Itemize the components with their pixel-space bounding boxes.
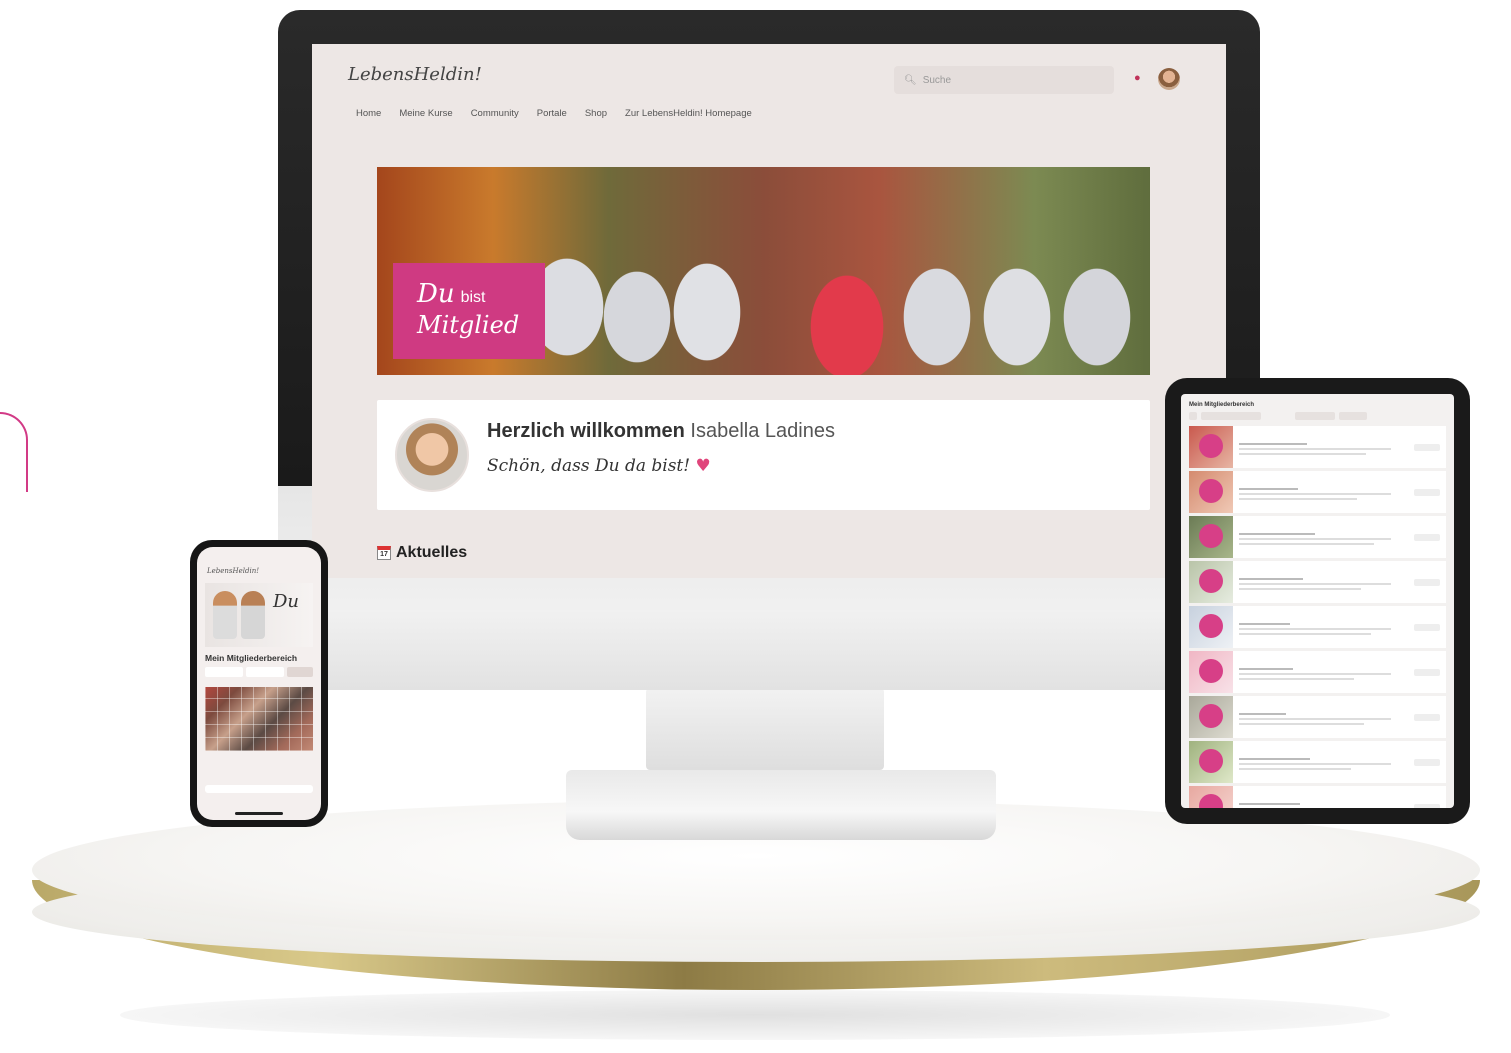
badge-mitglied: Mitglied (417, 311, 520, 339)
course-list (1189, 426, 1446, 808)
phone-filter-field[interactable] (245, 667, 284, 677)
welcome-name: Isabella Ladines (690, 420, 835, 442)
phone-screen: LebensHeldin! Du Mein Mitgliederbereich (197, 547, 321, 820)
course-list-item[interactable] (1189, 651, 1446, 693)
avatar[interactable] (1158, 68, 1180, 90)
course-thumbnail (1189, 696, 1233, 738)
course-list-item[interactable] (1189, 696, 1446, 738)
tablet-filter-button[interactable] (1339, 412, 1367, 420)
nav-item-community[interactable]: Community (471, 108, 519, 119)
hero-badge: Du bist Mitglied (393, 263, 545, 359)
course-button[interactable] (1414, 488, 1440, 496)
phone-home-indicator (235, 812, 283, 815)
course-button[interactable] (1414, 623, 1440, 631)
section-title: Aktuelles (396, 544, 468, 561)
phone-filter-button[interactable] (286, 667, 313, 677)
tablet-screen: Mein Mitgliederbereich (1181, 394, 1454, 808)
course-list-item[interactable] (1189, 561, 1446, 603)
search-placeholder: Suche (922, 74, 952, 86)
tablet-device: Mein Mitgliederbereich (1165, 378, 1470, 824)
phone-photo-grid (205, 687, 313, 751)
tablet-filter-field[interactable] (1201, 412, 1261, 420)
course-thumbnail (1189, 741, 1233, 783)
course-list-item[interactable] (1189, 471, 1446, 513)
site-logo[interactable]: LebensHeldin! (348, 64, 482, 85)
welcome-avatar (395, 418, 469, 492)
nav-item-shop[interactable]: Shop (585, 108, 607, 119)
badge-bist: bist (460, 289, 486, 306)
course-button[interactable] (1414, 668, 1440, 676)
tablet-page-title: Mein Mitgliederbereich (1189, 402, 1255, 408)
phone-device: LebensHeldin! Du Mein Mitgliederbereich (190, 540, 328, 827)
monitor-stand-neck (646, 688, 884, 770)
course-button[interactable] (1414, 758, 1440, 766)
welcome-subline: Schön, dass Du da bist! ♥ (487, 456, 711, 476)
heart-icon: ♥ (695, 456, 711, 476)
pedestal-shadow (120, 990, 1390, 1040)
calendar-icon: 17 (377, 546, 391, 560)
hero-banner: Du bist Mitglied (377, 167, 1150, 375)
course-thumbnail (1189, 606, 1233, 648)
course-thumbnail (1189, 516, 1233, 558)
tablet-filter-bar (1189, 412, 1444, 420)
tablet-filter-all[interactable] (1189, 412, 1197, 420)
course-button[interactable] (1414, 803, 1440, 808)
phone-hero-person (241, 591, 265, 639)
badge-du: Du (417, 279, 455, 309)
course-thumbnail (1189, 471, 1233, 513)
phone-hero-script: Du (273, 591, 300, 612)
nav-item-meine-kurse[interactable]: Meine Kurse (399, 108, 452, 119)
monitor-stand-base (566, 770, 996, 840)
course-button[interactable] (1414, 578, 1440, 586)
course-list-item[interactable] (1189, 606, 1446, 648)
phone-logo[interactable]: LebensHeldin! (207, 567, 259, 575)
course-thumbnail (1189, 426, 1233, 468)
phone-filter-field[interactable] (205, 667, 243, 677)
course-list-item[interactable] (1189, 516, 1446, 558)
course-button[interactable] (1414, 443, 1440, 451)
monitor-chin (278, 610, 1260, 690)
main-nav: Home Meine Kurse Community Portale Shop … (356, 108, 752, 119)
phone-page-title: Mein Mitgliederbereich (205, 653, 298, 663)
course-thumbnail (1189, 651, 1233, 693)
desktop-screen: LebensHeldin! 🔍︎ Suche ● Home Meine Kurs… (312, 44, 1226, 578)
welcome-subline-text: Schön, dass Du da bist! (487, 456, 691, 476)
course-button[interactable] (1414, 533, 1440, 541)
bell-icon[interactable]: ● (1134, 72, 1141, 84)
course-button[interactable] (1414, 713, 1440, 721)
course-list-item[interactable] (1189, 426, 1446, 468)
tablet-filter-field[interactable] (1295, 412, 1335, 420)
phone-filter-bar (205, 667, 313, 677)
course-thumbnail (1189, 561, 1233, 603)
section-aktuelles: 17 Aktuelles (377, 544, 467, 562)
welcome-card: Herzlich willkommen Isabella Ladines Sch… (377, 400, 1150, 510)
course-list-item[interactable] (1189, 741, 1446, 783)
search-input[interactable]: 🔍︎ Suche (894, 66, 1114, 94)
phone-hero-person (213, 591, 237, 639)
course-list-item[interactable] (1189, 786, 1446, 808)
nav-item-homepage[interactable]: Zur LebensHeldin! Homepage (625, 108, 752, 119)
nav-item-portale[interactable]: Portale (537, 108, 567, 119)
decorative-arc (0, 412, 28, 492)
phone-url-bar[interactable] (205, 785, 313, 793)
desktop-monitor: LebensHeldin! 🔍︎ Suche ● Home Meine Kurs… (278, 10, 1260, 690)
welcome-greeting: Herzlich willkommen (487, 420, 685, 442)
nav-item-home[interactable]: Home (356, 108, 381, 119)
course-thumbnail (1189, 786, 1233, 808)
welcome-title: Herzlich willkommen Isabella Ladines (487, 420, 835, 443)
search-icon: 🔍︎ (904, 74, 917, 86)
phone-hero: Du (205, 583, 313, 647)
